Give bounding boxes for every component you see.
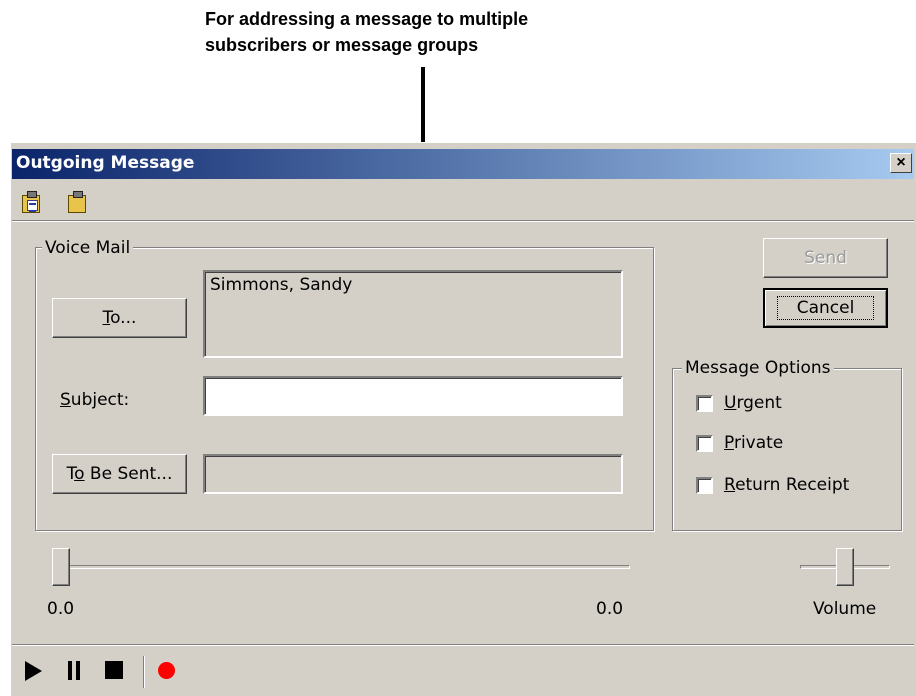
- position-slider-thumb[interactable]: [52, 548, 70, 586]
- recipients-field[interactable]: Simmons, Sandy: [203, 270, 623, 358]
- send-label: Send: [804, 248, 847, 268]
- stop-icon[interactable]: [105, 661, 123, 679]
- recipient-entry: Simmons, Sandy: [210, 275, 353, 295]
- to-be-sent-label: To Be Sent...: [66, 464, 173, 484]
- position-end-value: 0.0: [596, 599, 624, 619]
- callout-line-2: subscribers or message groups: [205, 35, 479, 55]
- position-slider-track[interactable]: [52, 565, 630, 569]
- position-start-value: 0.0: [47, 599, 75, 619]
- window-title: Outgoing Message: [16, 153, 195, 173]
- return-receipt-checkbox[interactable]: [696, 477, 713, 494]
- return-receipt-label[interactable]: Return Receipt: [724, 475, 849, 495]
- record-icon[interactable]: [158, 662, 175, 679]
- toolbar-divider: [12, 220, 914, 222]
- annotation-callout: For addressing a message to multiple sub…: [205, 6, 675, 58]
- cancel-button[interactable]: Cancel: [763, 288, 888, 328]
- to-button[interactable]: To...: [52, 298, 187, 338]
- close-button[interactable]: ×: [890, 153, 912, 173]
- volume-label: Volume: [813, 599, 877, 619]
- voice-mail-legend: Voice Mail: [42, 238, 134, 258]
- play-icon[interactable]: [25, 661, 42, 681]
- to-be-sent-field[interactable]: [203, 454, 623, 494]
- outgoing-message-window: Outgoing Message × Voice Mail To... Simm…: [10, 142, 916, 696]
- callout-line-1: For addressing a message to multiple: [205, 9, 529, 29]
- message-options-legend: Message Options: [682, 358, 834, 378]
- pause-icon[interactable]: [68, 661, 80, 680]
- urgent-label[interactable]: Urgent: [724, 393, 782, 413]
- title-bar[interactable]: Outgoing Message ×: [12, 149, 914, 179]
- subject-input[interactable]: [203, 376, 623, 416]
- controls-divider: [12, 644, 914, 646]
- volume-slider-thumb[interactable]: [836, 548, 854, 586]
- paste-clipboard-icon[interactable]: [18, 190, 42, 214]
- close-icon: ×: [896, 154, 906, 171]
- to-button-label: To...: [102, 308, 137, 328]
- clipboard-icon[interactable]: [64, 190, 88, 214]
- subject-label: Subject:: [60, 390, 130, 410]
- private-label[interactable]: Private: [724, 433, 783, 453]
- urgent-checkbox[interactable]: [696, 395, 713, 412]
- send-button[interactable]: Send: [763, 238, 888, 278]
- cancel-label: Cancel: [776, 296, 875, 320]
- to-be-sent-button[interactable]: To Be Sent...: [52, 454, 187, 494]
- private-checkbox[interactable]: [696, 435, 713, 452]
- controls-separator: [143, 656, 144, 688]
